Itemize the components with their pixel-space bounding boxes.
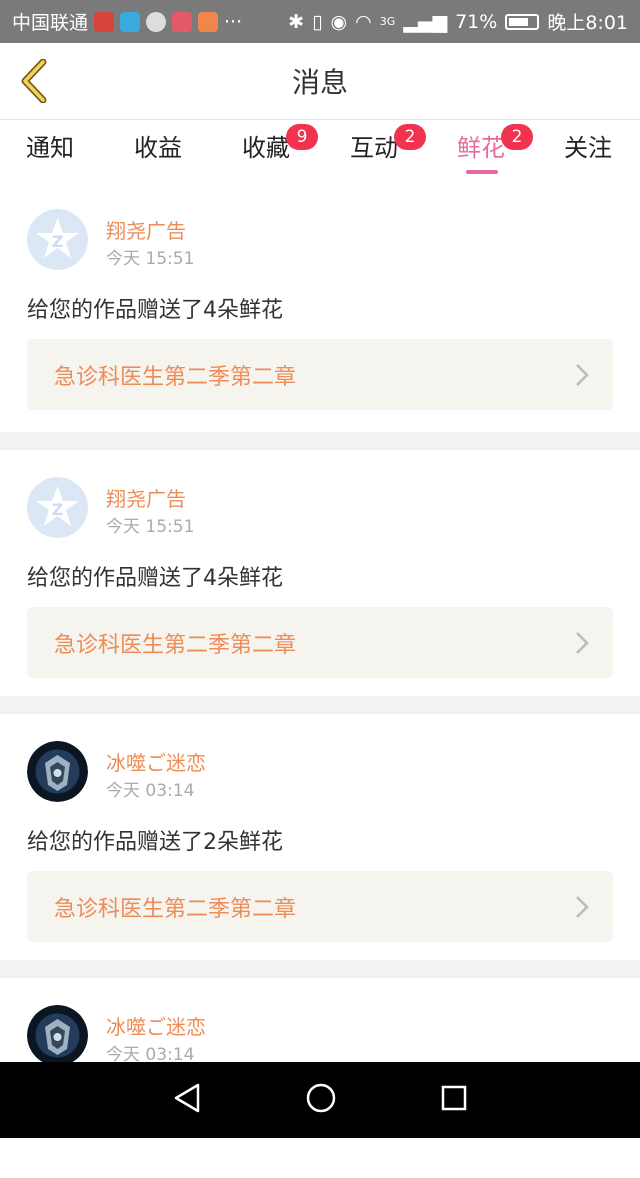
user-photo[interactable] (27, 1005, 88, 1066)
tab-notifications[interactable]: 通知 (0, 130, 100, 178)
tab-label: 收藏 (242, 134, 290, 162)
system-nav-bar (0, 1062, 640, 1138)
circle-home-icon (306, 1083, 336, 1113)
username[interactable]: 翔尧广告 (106, 215, 186, 244)
tab-label: 互动 (350, 134, 398, 162)
unread-badge: 2 (394, 124, 426, 150)
vibrate-icon: ▯ (312, 10, 323, 33)
unread-badge: 9 (286, 124, 318, 150)
page-title: 消息 (291, 66, 348, 99)
app-header: 消息 (0, 43, 640, 120)
chevron-right-icon (576, 364, 589, 386)
tab-following[interactable]: 关注 (538, 130, 638, 178)
bluetooth-icon: ✱ (288, 10, 305, 33)
svg-text:Z: Z (52, 232, 64, 251)
home-nav-button[interactable] (305, 1082, 337, 1118)
message-list[interactable]: Z 翔尧广告 今天 15:51 给您的作品赠送了4朵鲜花 急诊科医生第二季第二章… (0, 182, 640, 1178)
work-title: 急诊科医生第二季第二章 (54, 632, 297, 658)
chevron-right-icon (576, 896, 589, 918)
timestamp: 今天 03:14 (106, 781, 195, 801)
wifi-icon: ◠ (355, 10, 372, 33)
username[interactable]: 冰噬ご迷恋 (106, 747, 206, 776)
chevron-left-icon (21, 59, 47, 103)
work-title: 急诊科医生第二季第二章 (54, 364, 297, 390)
more-notifications-icon: ··· (224, 10, 243, 33)
work-title: 急诊科医生第二季第二章 (54, 896, 297, 922)
message-text: 给您的作品赠送了2朵鲜花 (27, 830, 283, 855)
tab-label: 关注 (564, 134, 612, 162)
status-bar: 中国联通 ··· ✱ ▯ ◉ ◠ 3G ▂▄▆ 71% 晚上8:01 (0, 0, 640, 43)
username[interactable]: 冰噬ご迷恋 (106, 1011, 206, 1040)
tab-earnings[interactable]: 收益 (108, 130, 208, 178)
active-tab-indicator (466, 170, 498, 174)
chat-bubble-icon (146, 11, 167, 32)
square-recents-icon (442, 1085, 467, 1111)
signal-icon: ▂▄▆ (403, 10, 448, 33)
battery-icon (505, 13, 540, 30)
app-notification-icon (120, 11, 141, 32)
tab-label: 鲜花 (457, 134, 505, 162)
tab-favorites[interactable]: 收藏 9 (216, 124, 318, 178)
default-avatar-icon[interactable]: Z (27, 209, 88, 270)
eye-icon: ◉ (330, 10, 348, 33)
list-item: Z 翔尧广告 今天 15:51 给您的作品赠送了4朵鲜花 急诊科医生第二季第二章 (0, 182, 640, 432)
user-photo[interactable] (27, 741, 88, 802)
svg-text:Z: Z (52, 500, 64, 519)
username[interactable]: 翔尧广告 (106, 483, 186, 512)
work-link[interactable]: 急诊科医生第二季第二章 (27, 339, 613, 410)
tab-interactions[interactable]: 互动 2 (324, 124, 426, 178)
timestamp: 今天 15:51 (106, 249, 195, 269)
recents-nav-button[interactable] (440, 1084, 468, 1116)
triangle-back-icon (174, 1083, 199, 1113)
carrier-label: 中国联通 (12, 12, 89, 34)
message-text: 给您的作品赠送了4朵鲜花 (27, 298, 283, 323)
video-app-icon (198, 11, 219, 32)
tab-label: 通知 (26, 134, 74, 162)
back-button[interactable] (14, 57, 54, 105)
work-link[interactable]: 急诊科医生第二季第二章 (27, 871, 613, 942)
message-text: 给您的作品赠送了4朵鲜花 (27, 566, 283, 591)
network-type-label: 3G (379, 15, 396, 28)
tab-label: 收益 (134, 134, 182, 162)
work-link[interactable]: 急诊科医生第二季第二章 (27, 607, 613, 678)
default-avatar-icon[interactable]: Z (27, 477, 88, 538)
flash-app-icon (94, 11, 115, 32)
tab-flowers[interactable]: 鲜花 2 (431, 124, 533, 178)
timestamp: 今天 15:51 (106, 517, 195, 537)
chevron-right-icon (576, 632, 589, 654)
tab-bar: 通知 收益 收藏 9 互动 2 鲜花 2 关注 (0, 120, 640, 182)
list-item: Z 翔尧广告 今天 15:51 给您的作品赠送了4朵鲜花 急诊科医生第二季第二章 (0, 450, 640, 696)
list-item: 冰噬ご迷恋 今天 03:14 给您的作品赠送了2朵鲜花 急诊科医生第二季第二章 (0, 714, 640, 960)
clock: 晚上8:01 (547, 12, 628, 34)
back-nav-button[interactable] (172, 1082, 202, 1118)
battery-percent: 71% (455, 10, 498, 33)
book-app-icon (172, 11, 193, 32)
unread-badge: 2 (501, 124, 533, 150)
